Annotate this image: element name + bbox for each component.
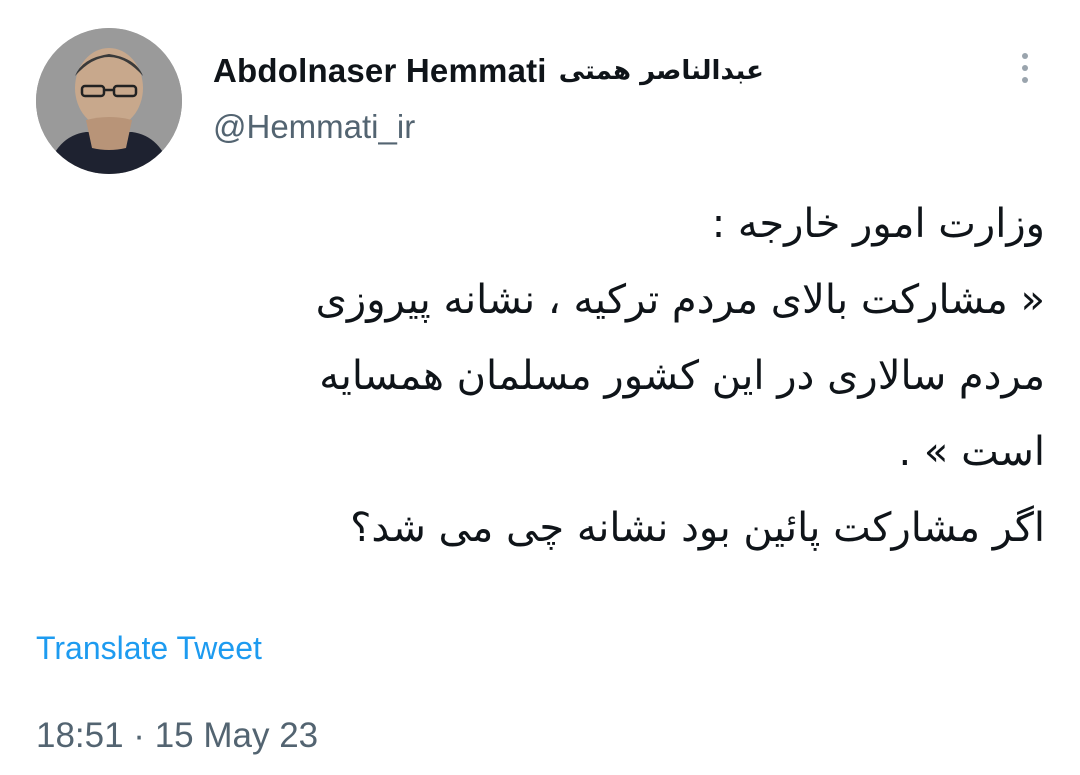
more-options-button[interactable] (1010, 44, 1040, 92)
author-handle[interactable]: @Hemmati_ir (213, 108, 415, 146)
tweet-text-line: است » . (898, 429, 1045, 475)
author-name-row[interactable]: Abdolnaser Hemmati عبدالناصر همتی (213, 46, 764, 96)
tweet-text-line: « مشارکت بالای مردم ترکیه ، نشانه پیروزی (315, 277, 1045, 323)
tweet-text-line: اگر مشارکت پائین بود نشانه چی می شد؟ (350, 505, 1045, 551)
tweet-text-line: مردم سالاری در این کشور مسلمان همسایه (319, 353, 1045, 399)
author-display-name-fa[interactable]: عبدالناصر همتی (559, 56, 764, 86)
tweet-text: وزارت امور خارجه : « مشارکت بالای مردم ت… (60, 186, 1045, 566)
more-vertical-icon (1022, 53, 1028, 59)
author-display-name[interactable]: Abdolnaser Hemmati (213, 52, 547, 90)
tweet-text-line: وزارت امور خارجه : (711, 201, 1045, 247)
user-avatar-icon (36, 28, 182, 174)
tweet-timestamp[interactable]: 18:51 · 15 May 23 (36, 716, 318, 756)
avatar[interactable] (36, 28, 182, 174)
more-vertical-icon-dot (1022, 77, 1028, 83)
translate-tweet-link[interactable]: Translate Tweet (36, 630, 262, 667)
more-vertical-icon-dot (1022, 65, 1028, 71)
tweet-card: Abdolnaser Hemmati عبدالناصر همتی @Hemma… (0, 0, 1080, 775)
